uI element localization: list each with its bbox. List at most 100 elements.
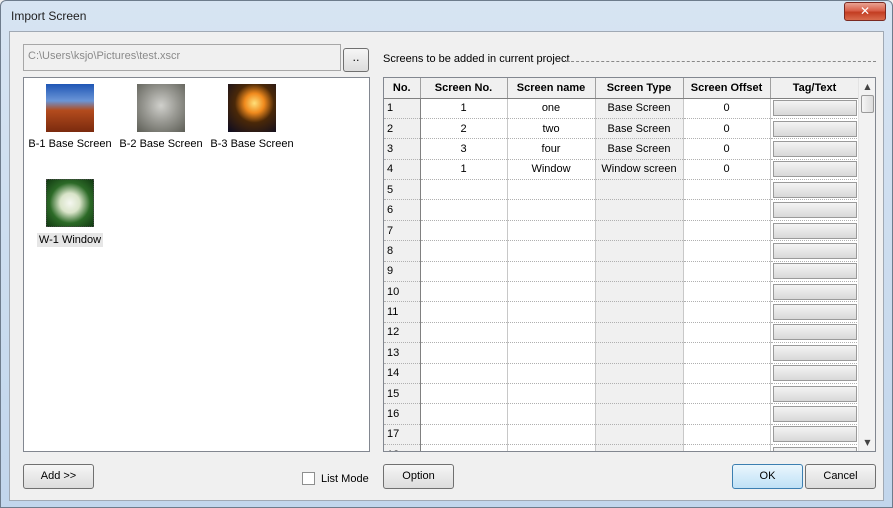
screen-name-cell[interactable] bbox=[507, 342, 596, 364]
list-mode-toggle[interactable]: List Mode bbox=[302, 472, 369, 485]
tag-text-button[interactable] bbox=[772, 426, 857, 443]
screen-offset-cell[interactable]: 0 bbox=[683, 118, 771, 140]
screen-name-cell[interactable]: two bbox=[507, 118, 596, 140]
screen-type-cell[interactable] bbox=[595, 444, 684, 451]
row-number-cell[interactable]: 10 bbox=[384, 281, 421, 303]
screen-type-cell[interactable] bbox=[595, 281, 684, 303]
table-row[interactable]: 18 bbox=[384, 444, 860, 451]
row-number-cell[interactable]: 3 bbox=[384, 138, 421, 160]
screen-no-cell[interactable] bbox=[420, 220, 508, 242]
tag-text-button[interactable] bbox=[772, 283, 857, 300]
vertical-scrollbar[interactable]: ▲ ▼ bbox=[858, 78, 875, 451]
row-number-cell[interactable]: 1 bbox=[384, 98, 421, 119]
screen-name-cell[interactable] bbox=[507, 403, 596, 425]
thumbnail-item[interactable]: W-1 Window bbox=[25, 179, 115, 247]
tag-text-button[interactable] bbox=[772, 120, 857, 137]
screen-name-cell[interactable] bbox=[507, 220, 596, 242]
screen-type-cell[interactable]: Base Screen bbox=[595, 138, 684, 160]
screen-no-cell[interactable] bbox=[420, 424, 508, 446]
screen-name-cell[interactable] bbox=[507, 179, 596, 201]
screen-offset-cell[interactable] bbox=[683, 179, 771, 201]
screen-name-cell[interactable] bbox=[507, 444, 596, 451]
screen-name-cell[interactable] bbox=[507, 240, 596, 262]
screen-offset-cell[interactable] bbox=[683, 220, 771, 242]
tag-text-button[interactable] bbox=[772, 324, 857, 341]
screen-no-cell[interactable]: 1 bbox=[420, 159, 508, 181]
screen-offset-cell[interactable] bbox=[683, 199, 771, 221]
tag-text-button[interactable] bbox=[772, 222, 857, 239]
table-row[interactable]: 13 bbox=[384, 342, 860, 364]
screen-no-cell[interactable] bbox=[420, 322, 508, 344]
row-number-cell[interactable]: 18 bbox=[384, 444, 421, 451]
row-number-cell[interactable]: 4 bbox=[384, 159, 421, 181]
screen-type-cell[interactable] bbox=[595, 301, 684, 323]
screen-no-cell[interactable] bbox=[420, 342, 508, 364]
screen-name-cell[interactable] bbox=[507, 383, 596, 405]
screen-name-cell[interactable] bbox=[507, 199, 596, 221]
tag-text-button[interactable] bbox=[772, 365, 857, 382]
scroll-up-icon[interactable]: ▲ bbox=[859, 78, 875, 95]
scroll-thumb[interactable] bbox=[861, 95, 874, 113]
table-row[interactable]: 16 bbox=[384, 403, 860, 425]
column-header[interactable]: Screen Type bbox=[595, 78, 684, 99]
screen-type-cell[interactable] bbox=[595, 363, 684, 384]
screen-offset-cell[interactable] bbox=[683, 342, 771, 364]
column-header[interactable]: No. bbox=[384, 78, 421, 99]
screen-no-cell[interactable] bbox=[420, 363, 508, 384]
table-row[interactable]: 9 bbox=[384, 261, 860, 283]
tag-text-button[interactable] bbox=[772, 304, 857, 321]
screen-offset-cell[interactable] bbox=[683, 444, 771, 451]
title-bar[interactable]: Import Screen ✕ bbox=[1, 1, 892, 31]
screen-no-cell[interactable] bbox=[420, 383, 508, 405]
screen-no-cell[interactable] bbox=[420, 281, 508, 303]
screen-offset-cell[interactable]: 0 bbox=[683, 138, 771, 160]
table-row[interactable]: 5 bbox=[384, 179, 860, 201]
screen-offset-cell[interactable]: 0 bbox=[683, 159, 771, 181]
tag-text-button[interactable] bbox=[772, 263, 857, 280]
column-header[interactable]: Screen Offset bbox=[683, 78, 771, 99]
tag-text-button[interactable] bbox=[772, 446, 857, 451]
scroll-down-icon[interactable]: ▼ bbox=[859, 434, 875, 451]
screen-offset-cell[interactable] bbox=[683, 322, 771, 344]
file-path-field[interactable]: C:\Users\ksjo\Pictures\test.xscr bbox=[23, 44, 341, 71]
cancel-button[interactable]: Cancel bbox=[805, 464, 876, 489]
screen-name-cell[interactable]: Window bbox=[507, 159, 596, 181]
column-header[interactable]: Tag/Text bbox=[770, 78, 860, 99]
tag-text-button[interactable] bbox=[772, 140, 857, 157]
screen-offset-cell[interactable] bbox=[683, 383, 771, 405]
screen-name-cell[interactable]: one bbox=[507, 98, 596, 119]
thumbnail-item[interactable]: B-2 Base Screen bbox=[116, 84, 206, 150]
screen-no-cell[interactable] bbox=[420, 403, 508, 425]
screen-name-cell[interactable] bbox=[507, 301, 596, 323]
row-number-cell[interactable]: 7 bbox=[384, 220, 421, 242]
screen-name-cell[interactable] bbox=[507, 424, 596, 446]
screen-no-cell[interactable] bbox=[420, 261, 508, 283]
tag-text-button[interactable] bbox=[772, 242, 857, 259]
screen-name-cell[interactable] bbox=[507, 261, 596, 283]
screen-offset-cell[interactable] bbox=[683, 261, 771, 283]
screen-offset-cell[interactable] bbox=[683, 424, 771, 446]
screen-no-cell[interactable] bbox=[420, 179, 508, 201]
browse-button[interactable]: .. bbox=[343, 48, 369, 72]
screen-type-cell[interactable] bbox=[595, 342, 684, 364]
tag-text-button[interactable] bbox=[772, 385, 857, 402]
table-row[interactable]: 2 2 two Base Screen 0 bbox=[384, 118, 860, 140]
row-number-cell[interactable]: 6 bbox=[384, 199, 421, 221]
screen-offset-cell[interactable] bbox=[683, 301, 771, 323]
row-number-cell[interactable]: 2 bbox=[384, 118, 421, 140]
table-row[interactable]: 10 bbox=[384, 281, 860, 303]
column-header[interactable]: Screen No. bbox=[420, 78, 508, 99]
screen-name-cell[interactable] bbox=[507, 281, 596, 303]
table-row[interactable]: 12 bbox=[384, 322, 860, 344]
column-header[interactable]: Screen name bbox=[507, 78, 596, 99]
screen-type-cell[interactable] bbox=[595, 322, 684, 344]
table-row[interactable]: 14 bbox=[384, 363, 860, 384]
tag-text-button[interactable] bbox=[772, 161, 857, 178]
row-number-cell[interactable]: 9 bbox=[384, 261, 421, 283]
tag-text-button[interactable] bbox=[772, 406, 857, 423]
screen-no-cell[interactable] bbox=[420, 240, 508, 262]
add-button[interactable]: Add >> bbox=[23, 464, 94, 489]
screen-offset-cell[interactable] bbox=[683, 403, 771, 425]
screens-grid[interactable]: No. Screen No. Screen name Screen Type S… bbox=[383, 77, 876, 452]
table-row[interactable]: 7 bbox=[384, 220, 860, 242]
